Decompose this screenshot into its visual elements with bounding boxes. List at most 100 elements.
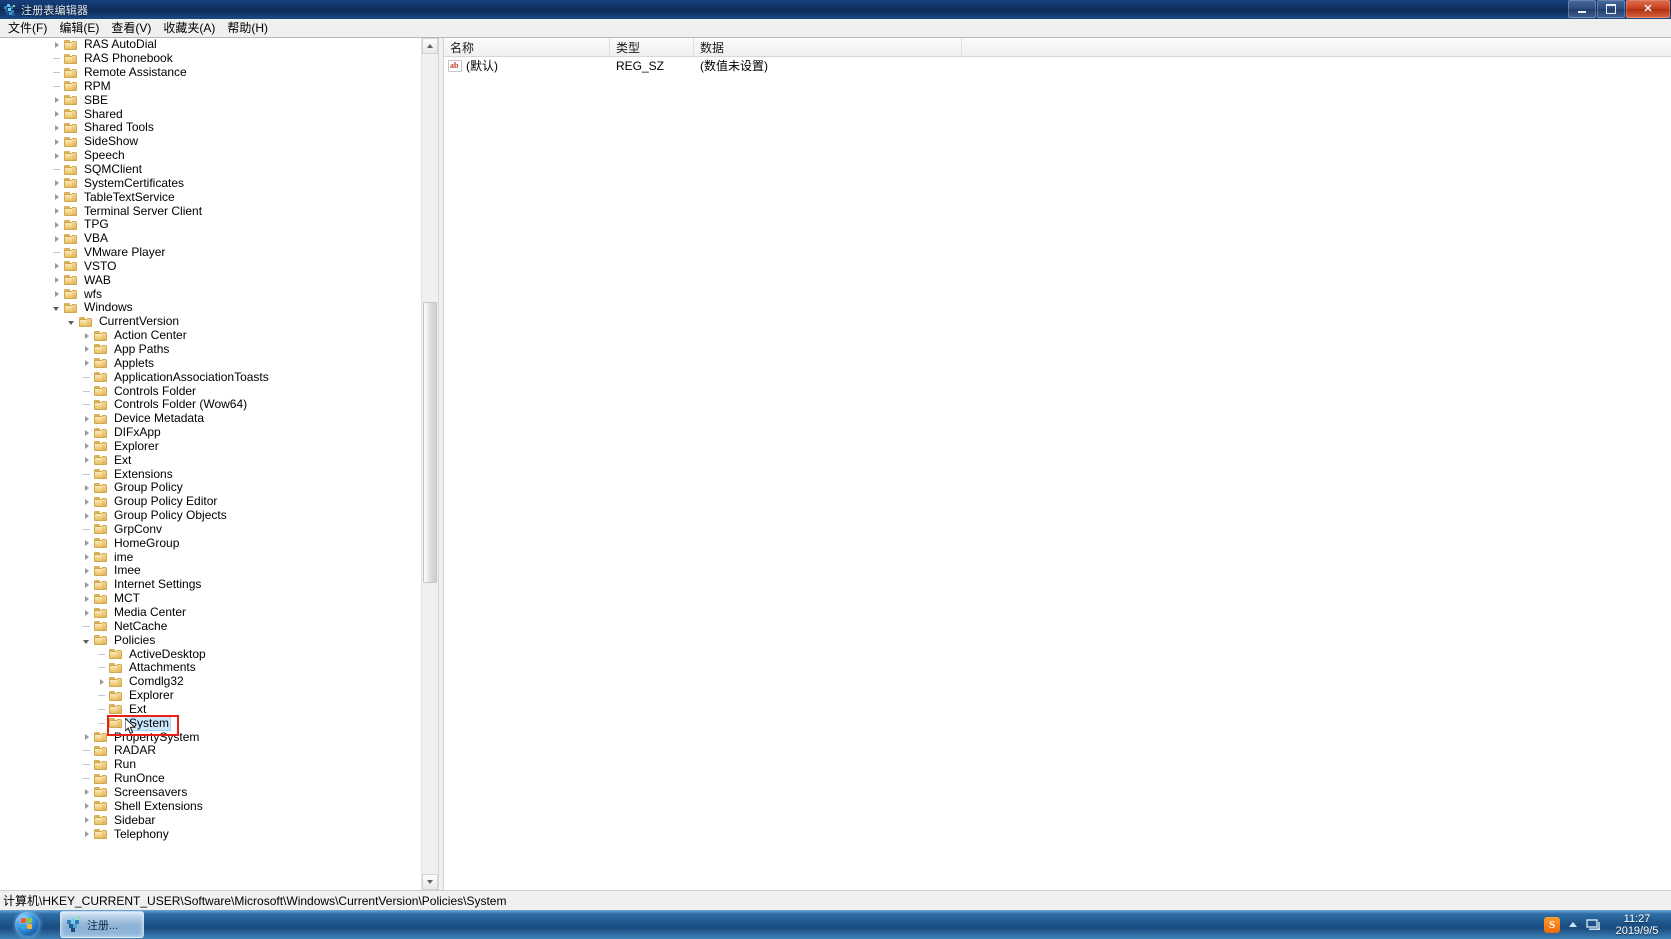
scrollbar-thumb[interactable] <box>423 302 437 583</box>
expand-arrow-icon[interactable] <box>78 329 94 342</box>
expand-arrow-icon[interactable] <box>78 495 94 508</box>
expand-arrow-icon[interactable] <box>78 814 94 827</box>
tree-node-runonce[interactable]: RunOnce <box>0 772 422 786</box>
maximize-button[interactable] <box>1597 0 1625 18</box>
sogou-input-icon[interactable]: S <box>1544 916 1560 933</box>
close-button[interactable]: ✕ <box>1626 0 1670 18</box>
expand-arrow-icon[interactable] <box>78 454 94 467</box>
tree-node-explorer[interactable]: Explorer <box>0 439 422 453</box>
tree-node-ext[interactable]: Ext <box>0 453 422 467</box>
expand-arrow-icon[interactable] <box>48 218 64 231</box>
collapse-arrow-icon[interactable] <box>78 634 94 647</box>
tree-node-wfs[interactable]: wfs <box>0 287 422 301</box>
tree-node-group-policy-objects[interactable]: Group Policy Objects <box>0 509 422 523</box>
tree-node-activedesktop[interactable]: ActiveDesktop <box>0 647 422 661</box>
tree-node-explorer[interactable]: Explorer <box>0 689 422 703</box>
tree-node-media-center[interactable]: Media Center <box>0 606 422 620</box>
tree-node-ras-phonebook[interactable]: RAS Phonebook <box>0 52 422 66</box>
menu-edit[interactable]: 编辑(E) <box>53 18 105 38</box>
show-hidden-icons-icon[interactable] <box>1569 922 1577 927</box>
expand-arrow-icon[interactable] <box>78 828 94 841</box>
tree-node-mct[interactable]: MCT <box>0 592 422 606</box>
menu-view[interactable]: 查看(V) <box>105 18 157 38</box>
tree-node-group-policy-editor[interactable]: Group Policy Editor <box>0 495 422 509</box>
expand-arrow-icon[interactable] <box>78 343 94 356</box>
tree-node-shared[interactable]: Shared <box>0 107 422 121</box>
column-header-data[interactable]: 数据 <box>694 38 962 56</box>
collapse-arrow-icon[interactable] <box>63 315 79 328</box>
expand-arrow-icon[interactable] <box>48 121 64 134</box>
expand-arrow-icon[interactable] <box>78 440 94 453</box>
tree-node-shell-extensions[interactable]: Shell Extensions <box>0 799 422 813</box>
tree-node-grpconv[interactable]: GrpConv <box>0 522 422 537</box>
tree-node-imee[interactable]: Imee <box>0 564 422 578</box>
tree-node-systemcertificates[interactable]: SystemCertificates <box>0 176 422 190</box>
expand-arrow-icon[interactable] <box>48 205 64 218</box>
tree-vertical-scrollbar[interactable] <box>421 38 438 890</box>
expand-arrow-icon[interactable] <box>48 149 64 162</box>
scroll-down-button[interactable] <box>422 874 438 890</box>
tree-node-homegroup[interactable]: HomeGroup <box>0 536 422 550</box>
tree-node-screensavers[interactable]: Screensavers <box>0 785 422 800</box>
menu-favorites[interactable]: 收藏夹(A) <box>157 18 221 38</box>
column-header-type[interactable]: 类型 <box>610 38 694 56</box>
tree-node-wab[interactable]: WAB <box>0 273 422 287</box>
tree-node-applicationassociationtoasts[interactable]: ApplicationAssociationToasts <box>0 370 422 384</box>
expand-arrow-icon[interactable] <box>78 578 94 591</box>
tree-node-terminal-server-client[interactable]: Terminal Server Client <box>0 204 422 218</box>
tree-node-internet-settings[interactable]: Internet Settings <box>0 578 422 592</box>
tree-node-vsto[interactable]: VSTO <box>0 259 422 274</box>
tree-node-vba[interactable]: VBA <box>0 232 422 246</box>
tree-node-currentversion[interactable]: CurrentVersion <box>0 315 422 329</box>
menu-help[interactable]: 帮助(H) <box>221 18 274 38</box>
expand-arrow-icon[interactable] <box>78 412 94 425</box>
collapse-arrow-icon[interactable] <box>48 301 64 314</box>
tree-node-sqmclient[interactable]: SQMClient <box>0 163 422 177</box>
tree-node-action-center[interactable]: Action Center <box>0 329 422 343</box>
tree-node-device-metadata[interactable]: Device Metadata <box>0 412 422 426</box>
expand-arrow-icon[interactable] <box>78 564 94 577</box>
expand-arrow-icon[interactable] <box>78 357 94 370</box>
tree-node-extensions[interactable]: Extensions <box>0 467 422 481</box>
tree-node-comdlg32[interactable]: Comdlg32 <box>0 675 422 689</box>
taskbar-item-regedit[interactable]: 注册... <box>60 911 144 938</box>
tree-node-ext[interactable]: Ext <box>0 702 422 717</box>
tree-node-radar[interactable]: RADAR <box>0 744 422 758</box>
expand-arrow-icon[interactable] <box>48 177 64 190</box>
expand-arrow-icon[interactable] <box>78 606 94 619</box>
tree-node-speech[interactable]: Speech <box>0 149 422 163</box>
start-button[interactable] <box>2 911 52 938</box>
expand-arrow-icon[interactable] <box>78 509 94 522</box>
tree-node-difxapp[interactable]: DIFxApp <box>0 426 422 440</box>
tree-node-remote-assistance[interactable]: Remote Assistance <box>0 66 422 80</box>
tree-node-tpg[interactable]: TPG <box>0 218 422 232</box>
tree-node-shared-tools[interactable]: Shared Tools <box>0 121 422 135</box>
expand-arrow-icon[interactable] <box>48 260 64 273</box>
tree-node-propertysystem[interactable]: PropertySystem <box>0 730 422 744</box>
tree-node-policies[interactable]: Policies <box>0 633 422 647</box>
tree-node-ime[interactable]: ime <box>0 550 422 564</box>
scroll-up-button[interactable] <box>422 38 438 54</box>
expand-arrow-icon[interactable] <box>48 274 64 287</box>
tree-node-ras-autodial[interactable]: RAS AutoDial <box>0 38 422 52</box>
tree-node-windows[interactable]: Windows <box>0 301 422 315</box>
tree-node-rpm[interactable]: RPM <box>0 79 422 94</box>
expand-arrow-icon[interactable] <box>78 426 94 439</box>
network-icon[interactable] <box>1586 918 1602 932</box>
expand-arrow-icon[interactable] <box>48 232 64 245</box>
column-header-name[interactable]: 名称 <box>444 38 610 56</box>
expand-arrow-icon[interactable] <box>48 94 64 107</box>
tree-node-sidebar[interactable]: Sidebar <box>0 813 422 827</box>
tree-node-attachments[interactable]: Attachments <box>0 661 422 675</box>
tree-node-netcache[interactable]: NetCache <box>0 619 422 633</box>
tree-node-controls-folder[interactable]: Controls Folder <box>0 384 422 398</box>
tree-node-applets[interactable]: Applets <box>0 356 422 370</box>
tree-node-vmware-player[interactable]: VMware Player <box>0 246 422 260</box>
table-row[interactable]: ab (默认) REG_SZ (数值未设置) <box>444 57 1671 74</box>
tree-node-telephony[interactable]: Telephony <box>0 827 422 841</box>
tree-node-tabletextservice[interactable]: TableTextService <box>0 190 422 204</box>
menu-file[interactable]: 文件(F) <box>2 18 53 38</box>
expand-arrow-icon[interactable] <box>78 786 94 799</box>
tree-node-controls-folder-wow64[interactable]: Controls Folder (Wow64) <box>0 398 422 412</box>
expand-arrow-icon[interactable] <box>78 481 94 494</box>
